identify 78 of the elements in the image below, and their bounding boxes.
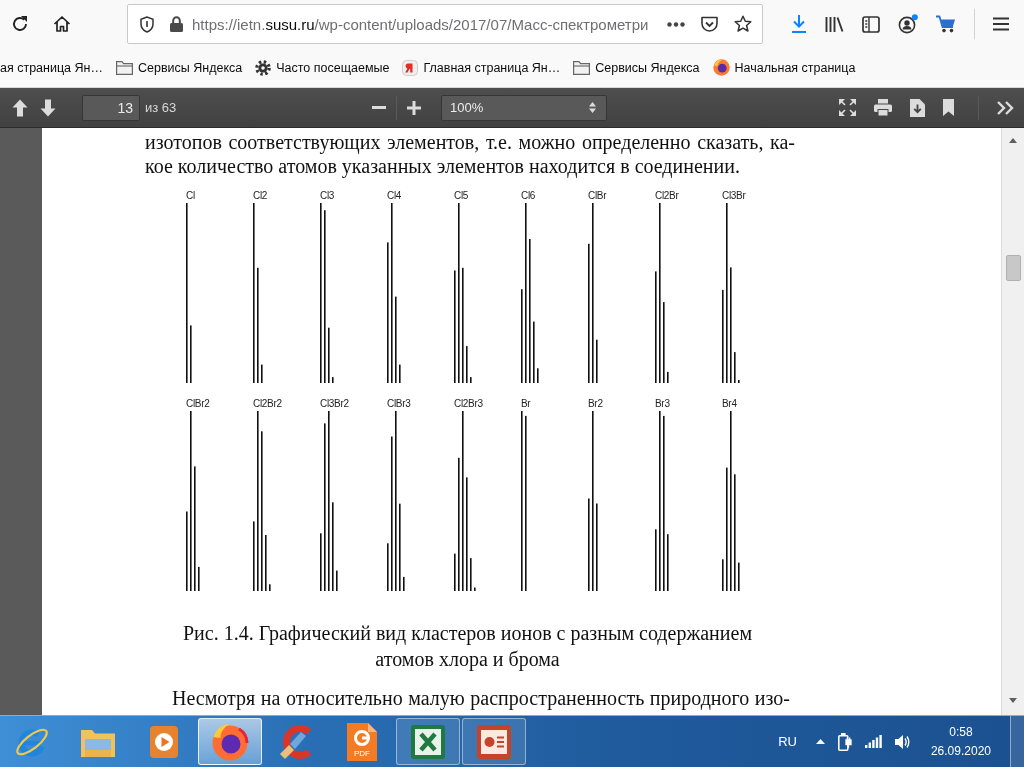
show-desktop-button[interactable] bbox=[1010, 716, 1024, 767]
browser-logo-icon bbox=[712, 59, 730, 76]
updown-arrows-icon bbox=[589, 102, 596, 113]
pattern-label: Cl3 bbox=[320, 190, 335, 201]
folder-icon bbox=[573, 60, 591, 75]
bookmark-item[interactable]: Начальная страница bbox=[712, 59, 856, 76]
paragraph: Несмотря на относительно малую распространенность природного изо- bbox=[171, 686, 790, 711]
plus-icon[interactable] bbox=[407, 100, 421, 115]
pattern-label: Cl3Br bbox=[722, 190, 746, 201]
pattern-label: Cl bbox=[186, 190, 195, 201]
arrow-up-icon[interactable] bbox=[12, 98, 28, 117]
taskbar-button[interactable] bbox=[198, 718, 262, 765]
pattern-label: Br4 bbox=[722, 398, 737, 409]
arrow-down-icon[interactable] bbox=[40, 98, 56, 117]
bookmark-icon[interactable] bbox=[943, 99, 954, 116]
pattern-label: Br bbox=[521, 398, 531, 409]
scrollbar-thumb[interactable] bbox=[1005, 255, 1021, 281]
battery-plug-icon[interactable] bbox=[837, 732, 852, 751]
pattern-label: Cl6 bbox=[521, 190, 536, 201]
account-icon[interactable] bbox=[898, 14, 918, 34]
pattern-label: Cl2Br2 bbox=[253, 398, 282, 409]
menu-icon[interactable] bbox=[993, 17, 1009, 31]
pattern-label: Cl2Br bbox=[655, 190, 679, 201]
play-icon bbox=[150, 725, 178, 758]
more-dots-icon[interactable] bbox=[667, 21, 685, 27]
url-field[interactable]: https://ietn.susu.ru/wp-content/uploads/2017/07/Масс-спектрометри bbox=[192, 15, 649, 33]
pattern-label: Cl3Br2 bbox=[320, 398, 349, 409]
bookmark-item[interactable]: Часто посещаемые bbox=[255, 59, 390, 76]
home-icon[interactable] bbox=[53, 15, 71, 33]
pattern-label: Br2 bbox=[588, 398, 603, 409]
page-count: из 63 bbox=[145, 100, 177, 115]
speaker-icon[interactable] bbox=[894, 733, 910, 750]
spreadsheet-icon bbox=[411, 724, 445, 759]
bookmark-item[interactable]: Сервисы Яндекса bbox=[573, 60, 700, 75]
reload-icon[interactable] bbox=[11, 15, 29, 33]
arrow-down-icon[interactable] bbox=[1009, 698, 1017, 703]
bookmark-item[interactable]: ая страница Ян… bbox=[0, 60, 103, 75]
lock-icon[interactable] bbox=[170, 16, 183, 32]
browser-logo-icon bbox=[211, 722, 249, 761]
scrollbar[interactable] bbox=[1001, 128, 1024, 715]
page-number-field[interactable]: 13 bbox=[82, 94, 140, 121]
taskbar-button[interactable] bbox=[396, 718, 460, 765]
signal-bars-icon[interactable] bbox=[864, 735, 882, 748]
sidebar-icon[interactable] bbox=[862, 15, 880, 33]
pattern-label: Br3 bbox=[655, 398, 670, 409]
paragraph: изотопов соответствующих элементов, т.е. можно определенно сказать, ка- кое количество атомов указанных элементов находится в соединении. bbox=[145, 130, 795, 178]
pattern-label: ClBr bbox=[588, 190, 607, 201]
shield-icon[interactable] bbox=[140, 15, 154, 33]
download-icon[interactable] bbox=[791, 15, 807, 33]
gear-icon bbox=[255, 59, 272, 76]
caret-up-icon[interactable] bbox=[815, 739, 825, 744]
printer-icon[interactable] bbox=[874, 99, 892, 116]
pattern-label: ClBr2 bbox=[186, 398, 210, 409]
folder-icon bbox=[116, 60, 133, 75]
language-indicator[interactable]: RU bbox=[778, 734, 797, 749]
arrow-up-icon[interactable] bbox=[1009, 138, 1017, 143]
pattern-label: Cl2 bbox=[253, 190, 268, 201]
clock[interactable]: 0:58 26.09.2020 bbox=[930, 722, 991, 761]
pocket-icon[interactable] bbox=[701, 15, 718, 33]
pdf-file-icon: PDF bbox=[347, 722, 377, 761]
expand-icon[interactable] bbox=[839, 99, 856, 116]
star-icon[interactable] bbox=[734, 15, 752, 33]
pattern-label: ClBr3 bbox=[387, 398, 411, 409]
taskbar-button[interactable] bbox=[462, 718, 526, 765]
double-chevron-icon[interactable] bbox=[997, 100, 1014, 115]
pattern-label: Cl4 bbox=[387, 190, 402, 201]
site-logo-icon bbox=[402, 59, 419, 76]
bookmark-item[interactable]: Главная страница Ян… bbox=[402, 59, 561, 76]
pattern-label: Cl5 bbox=[454, 190, 469, 201]
brush-icon bbox=[278, 723, 314, 760]
pattern-label: Cl2Br3 bbox=[454, 398, 483, 409]
library-icon[interactable] bbox=[825, 15, 844, 33]
bookmark-item[interactable]: Сервисы Яндекса bbox=[116, 60, 243, 75]
zoom-select[interactable]: 100% bbox=[441, 94, 607, 121]
figure-caption: Рис. 1.4. Графический вид кластеров ионов с разным содержанием атомов хлора и брома bbox=[181, 621, 754, 672]
presentation-icon bbox=[477, 724, 511, 759]
cart-icon[interactable] bbox=[936, 15, 956, 33]
document-download-icon[interactable] bbox=[910, 98, 925, 117]
